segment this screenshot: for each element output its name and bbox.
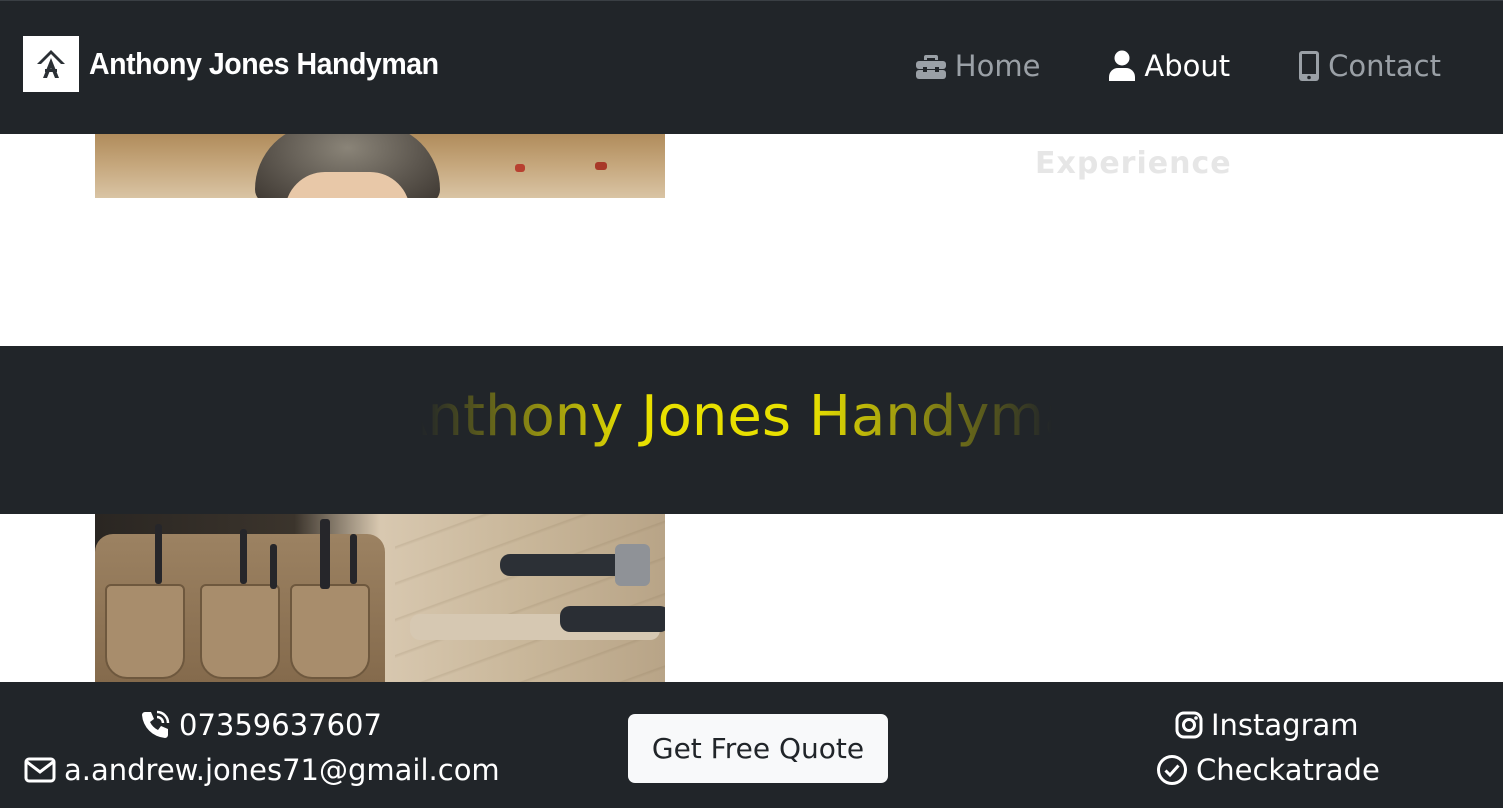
nav-contact[interactable]: Contact [1298,49,1441,83]
get-free-quote-button[interactable]: Get Free Quote [628,714,888,783]
user-icon [1109,50,1136,81]
instagram-link[interactable]: Instagram [1175,708,1359,742]
page: Anthony Jones Handyman Home About Contac… [0,0,1503,808]
screwdriver [155,524,162,584]
screwdriver [350,534,357,584]
checkatrade-label: Checkatrade [1196,753,1380,787]
belt-pocket [200,584,280,679]
nav-home[interactable]: Home [915,49,1041,83]
screwdriver [270,544,277,589]
tools-image [95,514,665,682]
nav-about-label: About [1144,49,1231,83]
phone-icon [142,710,170,738]
phone-link[interactable]: 07359637607 [139,708,382,742]
background-detail [595,162,607,170]
hammer-head [615,544,650,586]
marquee-text: Anthony Jones Handyman [389,384,1114,449]
instagram-icon [1175,711,1203,739]
mobile-icon [1299,51,1320,81]
check-circle-icon [1157,755,1187,785]
belt-pocket [290,584,370,679]
background-detail [515,164,525,172]
hammer-grip [560,606,665,632]
faded-section-heading: Experience [1035,146,1232,181]
phone-number: 07359637607 [179,708,382,742]
wrench [320,519,330,589]
screwdriver [240,529,247,584]
belt-pocket [105,584,185,679]
portrait-image [95,134,665,198]
email-link[interactable]: a.andrew.jones71@gmail.com [24,753,500,787]
navbar: Anthony Jones Handyman Home About Contac… [0,0,1503,134]
wood-board [395,514,665,682]
nav-contact-label: Contact [1328,49,1441,83]
envelope-icon [24,757,56,783]
brand[interactable]: Anthony Jones Handyman [23,36,469,92]
email-address: a.andrew.jones71@gmail.com [64,753,500,787]
checkatrade-link[interactable]: Checkatrade [1156,753,1380,787]
toolbox-icon [915,55,946,79]
footer: 07359637607 a.andrew.jones71@gmail.com G… [0,682,1503,808]
brand-name: Anthony Jones Handyman [89,46,439,81]
nav-about[interactable]: About [1108,49,1230,83]
nav-home-label: Home [954,49,1041,83]
main-nav: Home About Contact [847,49,1441,83]
instagram-label: Instagram [1211,708,1359,742]
house-logo-icon [23,36,79,92]
